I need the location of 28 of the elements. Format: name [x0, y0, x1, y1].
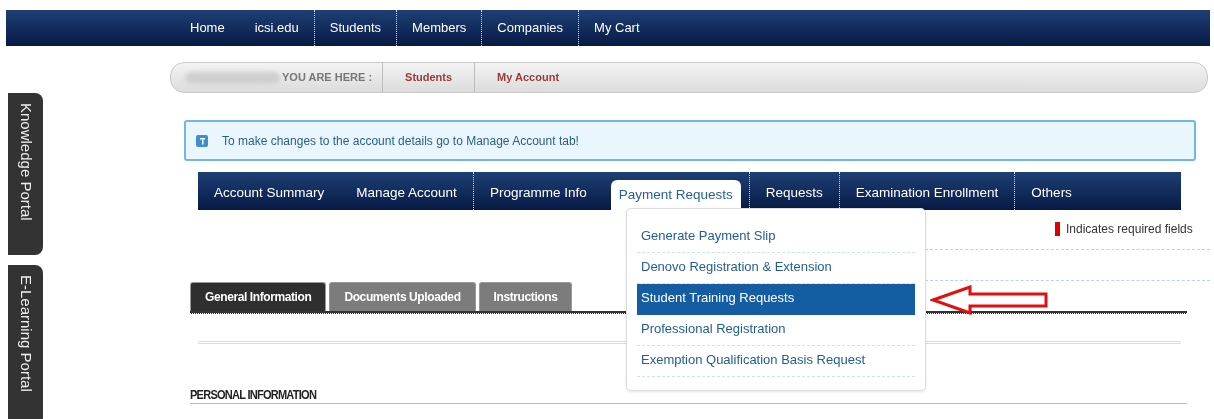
side-tab[interactable]: E-Learning Portal: [8, 265, 43, 419]
menu-item[interactable]: Student Training Requests: [637, 284, 915, 315]
content-tab[interactable]: Instructions: [478, 282, 573, 311]
content-tab[interactable]: Documents Uploaded: [329, 282, 476, 311]
nav-link[interactable]: icsi.edu: [239, 10, 314, 46]
account-tab[interactable]: Account Summary: [198, 172, 341, 210]
nav-link[interactable]: Companies: [481, 10, 579, 46]
account-tab[interactable]: Payment Requests: [610, 180, 741, 210]
menu-item[interactable]: Generate Payment Slip: [637, 222, 915, 253]
menu-item[interactable]: Professional Registration: [637, 315, 915, 346]
breadcrumb-link[interactable]: Students: [382, 63, 475, 92]
side-tab[interactable]: Knowledge Portal: [8, 93, 43, 255]
account-tab[interactable]: Manage Account: [340, 172, 473, 210]
content-tab[interactable]: General Information: [190, 282, 327, 311]
account-tab[interactable]: Others: [1014, 172, 1088, 210]
section-heading: PERSONAL INFORMATION: [190, 386, 317, 404]
nav-link[interactable]: Members: [396, 10, 482, 46]
nav-link[interactable]: My Cart: [578, 10, 655, 46]
info-icon: [196, 134, 208, 147]
menu-item[interactable]: Exemption Qualification Basis Request: [637, 346, 915, 377]
breadcrumb-link[interactable]: My Account: [474, 63, 582, 92]
required-note: Indicates required fields: [1066, 221, 1193, 238]
account-tab[interactable]: Programme Info: [472, 172, 603, 210]
nav-link[interactable]: Students: [313, 10, 397, 46]
notice-text: To make changes to the account details go to Manage Account tab!: [222, 132, 579, 150]
required-marker: [1055, 222, 1060, 236]
breadcrumb-label: YOU ARE HERE :: [282, 70, 374, 86]
nav-link[interactable]: Home: [175, 10, 240, 46]
